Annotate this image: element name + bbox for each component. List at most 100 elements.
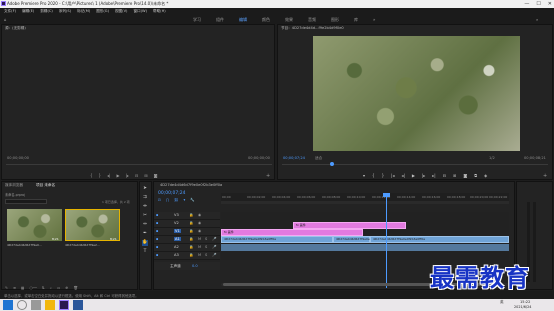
slip-tool-icon[interactable]: ⇔ xyxy=(142,222,148,228)
microphone-icon[interactable]: 🎤 xyxy=(212,245,216,249)
lock-icon[interactable]: 🔒 xyxy=(189,213,193,217)
marker-icon[interactable]: ▾ xyxy=(363,173,365,178)
master-volume-value[interactable]: 0.0 xyxy=(192,264,198,268)
track-label[interactable]: A2 xyxy=(174,245,179,249)
taskbar-clock-time[interactable]: 15:22 xyxy=(520,300,530,304)
track-label[interactable]: A3 xyxy=(174,253,179,257)
program-time-ruler[interactable] xyxy=(282,164,548,165)
pencil-icon[interactable]: ✎ xyxy=(5,286,8,290)
workspace-tab-editing[interactable]: 编辑 xyxy=(239,17,247,23)
snap-icon[interactable]: ⋂ xyxy=(166,198,169,202)
export-frame-icon[interactable]: ◙ xyxy=(154,173,158,178)
work-area-bar[interactable] xyxy=(221,201,509,204)
mark-in-icon[interactable]: { xyxy=(90,173,93,178)
eye-icon[interactable]: ◉ xyxy=(198,229,201,233)
lock-icon[interactable]: 🔒 xyxy=(189,253,193,257)
workspace-tab-assembly[interactable]: 组件 xyxy=(216,17,224,23)
program-playhead-timecode[interactable]: 00;00;07;24 xyxy=(283,156,305,160)
search-icon[interactable]: ⌕ xyxy=(50,286,52,290)
new-item-icon[interactable]: ⊕ xyxy=(65,286,68,290)
tab-media-browser[interactable]: 媒体浏览器 xyxy=(5,183,23,188)
nest-icon[interactable]: ⊡ xyxy=(158,198,161,202)
play-icon[interactable]: ▶ xyxy=(412,173,415,178)
menu-help[interactable]: 帮助(H) xyxy=(153,9,166,14)
microphone-icon[interactable]: 🎤 xyxy=(212,253,216,257)
menu-sequence[interactable]: 序列(S) xyxy=(59,9,71,14)
menu-clip[interactable]: 剪辑(C) xyxy=(40,9,53,14)
microphone-icon[interactable]: 🎤 xyxy=(212,237,216,241)
audio-waveform-a2[interactable] xyxy=(221,244,509,251)
step-back-icon[interactable]: ◂| xyxy=(107,173,110,178)
program-playhead[interactable] xyxy=(330,162,334,166)
ime-language[interactable]: 英 xyxy=(500,300,504,305)
vr-icon[interactable]: ◈ xyxy=(484,173,487,178)
list-view-icon[interactable]: ≡ xyxy=(13,286,16,290)
search-icon[interactable]: ⌕ xyxy=(536,17,538,22)
source-timecode-in[interactable]: 00;00;00;00 xyxy=(7,156,29,160)
trash-icon[interactable]: 🗑 xyxy=(73,286,78,290)
type-tool-icon[interactable]: T xyxy=(142,249,148,255)
add-marker-icon[interactable]: ▾ xyxy=(184,198,186,202)
menu-view[interactable]: 视图(V) xyxy=(115,9,127,14)
mute-button[interactable]: M xyxy=(198,237,201,241)
selection-tool-icon[interactable]: ➤ xyxy=(142,186,148,192)
solo-button[interactable]: S xyxy=(205,237,207,241)
workspace-tab-libraries[interactable]: 库 xyxy=(354,17,358,23)
premiere-taskbar-icon[interactable] xyxy=(59,300,69,310)
extract-icon[interactable]: ⊞ xyxy=(453,173,456,178)
timeline-sequence-tab[interactable]: 4D27de4d4d6d7f9e0e0f2b3e0ff0a xyxy=(160,183,222,187)
solo-button[interactable]: S xyxy=(205,253,207,257)
project-search-input[interactable] xyxy=(5,199,47,204)
track-select-tool-icon[interactable]: ⇉ xyxy=(142,195,148,201)
timeline-playhead-handle[interactable] xyxy=(383,193,390,197)
add-button-icon[interactable]: + xyxy=(543,173,547,179)
mark-in-icon[interactable]: { xyxy=(372,173,375,178)
mute-button[interactable]: M xyxy=(198,245,201,249)
menu-markers[interactable]: 标记(M) xyxy=(77,9,90,14)
timeline-timecode[interactable]: 00;00;07;24 xyxy=(158,191,185,196)
task-view-icon[interactable] xyxy=(31,300,41,310)
track-label[interactable]: V1 xyxy=(174,229,181,233)
video-clip-v1[interactable]: fx 画件 xyxy=(221,229,363,236)
workspace-tab-learn[interactable]: 学习 xyxy=(193,17,201,23)
hand-tool-icon[interactable]: ✋ xyxy=(142,240,148,246)
lock-icon[interactable]: 🔒 xyxy=(189,229,193,233)
zoom-slider[interactable]: ○── xyxy=(29,286,36,290)
insert-icon[interactable]: ⊟ xyxy=(135,173,138,178)
new-bin-icon[interactable]: ▭ xyxy=(57,286,60,290)
step-forward-icon[interactable]: |▸ xyxy=(126,173,129,178)
ripple-edit-tool-icon[interactable]: ⇹ xyxy=(142,204,148,210)
close-button[interactable]: ✕ xyxy=(548,1,552,7)
minimize-button[interactable]: — xyxy=(524,1,529,7)
audio-clip-a1-3[interactable]: 4D27de4d4d6d7f9e0e0f2b3e0ff0a xyxy=(370,236,509,243)
windows-start-icon[interactable] xyxy=(3,300,13,310)
track-label[interactable]: V2 xyxy=(174,221,179,225)
program-playback-resolution[interactable]: 1/2 xyxy=(489,156,495,160)
program-fit-dropdown[interactable]: 适合 xyxy=(315,156,322,161)
workspace-more-button[interactable]: » xyxy=(373,17,375,22)
menu-file[interactable]: 文件(F) xyxy=(4,9,16,14)
home-icon[interactable]: ⌂ xyxy=(4,17,7,22)
menu-graphics[interactable]: 图形(G) xyxy=(96,9,109,14)
step-back-icon[interactable]: ◂| xyxy=(401,173,404,178)
icon-view-icon[interactable]: ▦ xyxy=(21,286,24,290)
lock-icon[interactable]: 🔒 xyxy=(189,221,193,225)
play-icon[interactable]: ▶ xyxy=(116,173,119,178)
lock-icon[interactable]: 🔒 xyxy=(189,237,193,241)
solo-button[interactable]: S xyxy=(205,245,207,249)
program-monitor-title[interactable]: 节目：4D27de4d4d...f9e2b4d9f0e0 xyxy=(281,26,344,31)
workspace-tab-effects[interactable]: 效果 xyxy=(285,17,293,23)
eye-icon[interactable]: ◉ xyxy=(198,221,201,225)
workspace-tab-graphics[interactable]: 图形 xyxy=(331,17,339,23)
mark-out-icon[interactable]: } xyxy=(382,173,385,178)
search-icon[interactable] xyxy=(17,300,27,310)
lock-icon[interactable]: 🔒 xyxy=(189,245,193,249)
menu-window[interactable]: 窗口(W) xyxy=(133,9,147,14)
workspace-tab-color[interactable]: 颜色 xyxy=(262,17,270,23)
linked-selection-icon[interactable]: ⛓ xyxy=(174,198,179,202)
eye-icon[interactable]: ◉ xyxy=(198,213,201,217)
overwrite-icon[interactable]: ⊞ xyxy=(144,173,147,178)
razor-tool-icon[interactable]: ✂ xyxy=(142,213,148,219)
step-forward-icon[interactable]: |▸ xyxy=(422,173,425,178)
file-explorer-icon[interactable] xyxy=(45,300,55,310)
